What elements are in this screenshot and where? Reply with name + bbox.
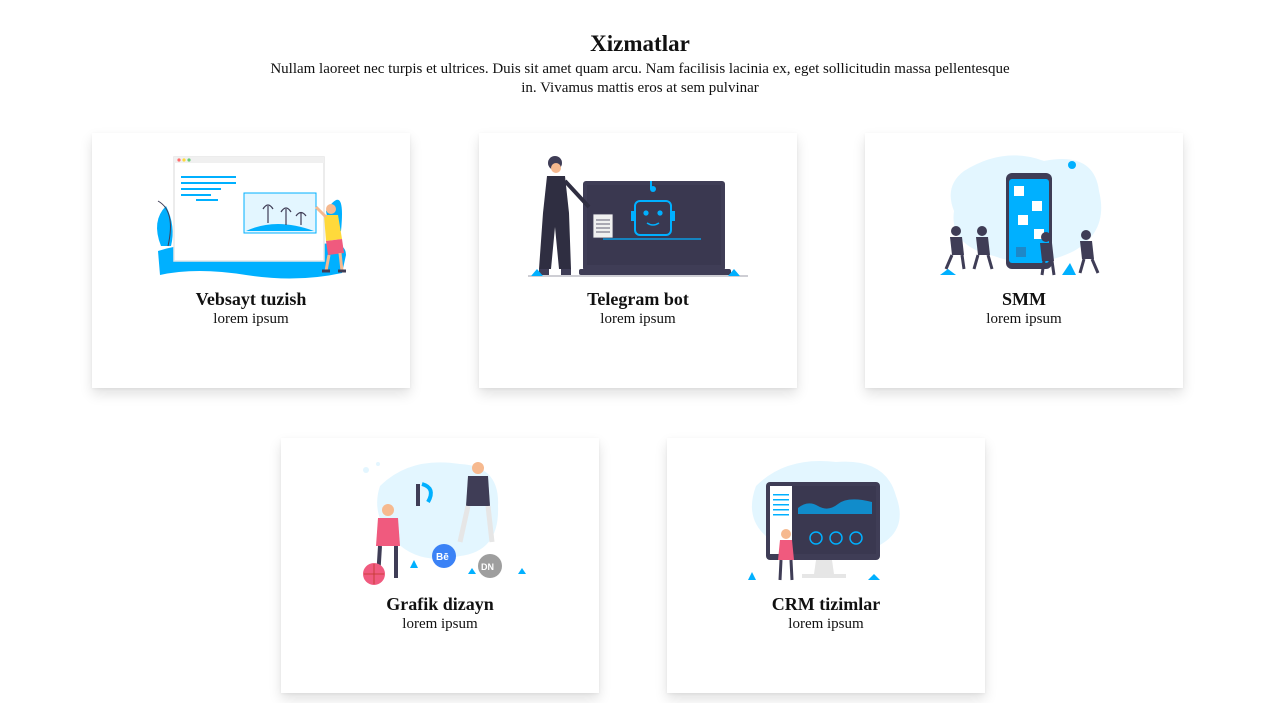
service-card-graphic-design[interactable]: Bē DN Grafik dizayn lorem ipsum bbox=[281, 438, 599, 693]
service-card-crm[interactable]: CRM tizimlar lorem ipsum bbox=[667, 438, 985, 693]
service-text: lorem ipsum bbox=[788, 616, 864, 632]
crm-illustration-icon bbox=[667, 456, 985, 596]
service-card-website[interactable]: Vebsayt tuzish lorem ipsum bbox=[92, 133, 410, 388]
service-card-telegram-bot[interactable]: Telegram bot lorem ipsum bbox=[479, 133, 797, 388]
bot-illustration-icon bbox=[479, 151, 797, 291]
service-title: Telegram bot bbox=[587, 289, 689, 309]
service-title: CRM tizimlar bbox=[771, 594, 881, 614]
service-text: lorem ipsum bbox=[600, 311, 676, 327]
section-description: Nullam laoreet nec turpis et ultrices. D… bbox=[270, 61, 1010, 96]
service-title: SMM bbox=[1002, 289, 1046, 309]
service-title: Vebsayt tuzish bbox=[195, 289, 307, 309]
service-text: lorem ipsum bbox=[986, 311, 1062, 327]
svg-text:DN: DN bbox=[481, 562, 494, 572]
service-text: lorem ipsum bbox=[402, 616, 478, 632]
design-illustration-icon: Bē DN bbox=[281, 456, 599, 596]
service-title: Grafik dizayn bbox=[386, 594, 494, 614]
services-section: Xizmatlar Nullam laoreet nec turpis et u… bbox=[0, 0, 1280, 703]
svg-text:Bē: Bē bbox=[436, 552, 449, 563]
smm-illustration-icon bbox=[865, 151, 1183, 291]
section-title: Xizmatlar bbox=[590, 31, 690, 56]
website-illustration-icon bbox=[92, 151, 410, 291]
service-text: lorem ipsum bbox=[213, 311, 289, 327]
service-card-smm[interactable]: SMM lorem ipsum bbox=[865, 133, 1183, 388]
